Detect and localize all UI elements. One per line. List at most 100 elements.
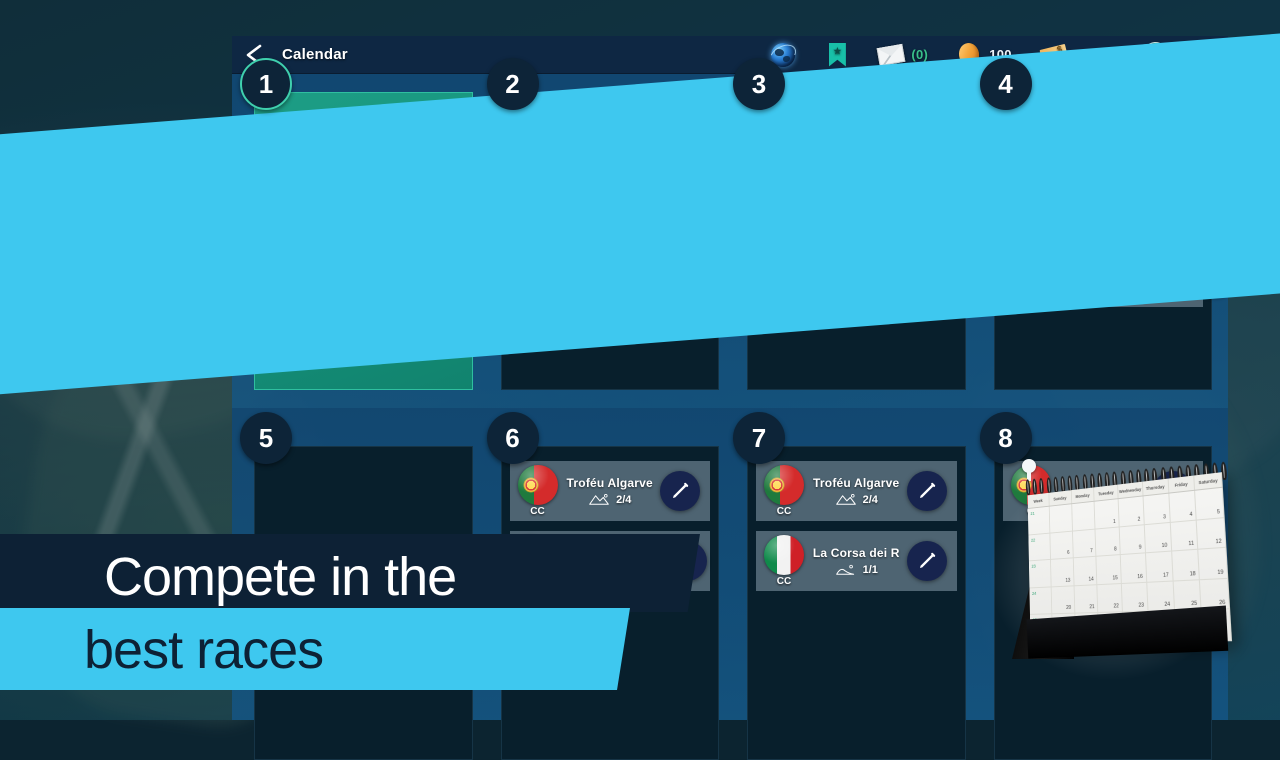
calendar-day-cell: 4 [1169,491,1197,522]
calendar-day-cell: 19 [1199,548,1229,579]
calendar-day-number: 16 [1137,574,1143,580]
calendar-day-number: 5 [1217,509,1220,516]
calendar-day-cell: 14 [1073,557,1097,585]
calendar-day-cell: 16 [1121,554,1147,583]
week-content-7: CCTroféu Algarve2/4CCLa Corsa dei R1/1 [747,446,966,760]
race-info: La Corsa dei R 1/1 [812,546,907,577]
calendar-day-cell: 25 [1173,580,1202,610]
calendar-column-header: Monday [1071,487,1094,503]
calendar-day-number: 19 [1217,569,1223,576]
calendar-day-cell: 21 [1074,585,1098,613]
race-country: CC [756,531,812,591]
calendar-day-cell: 9 [1120,525,1146,554]
calendar-column-header: Saturday [1195,472,1223,490]
calendar-day-cell: 8 [1096,527,1121,556]
calendar-day-number: 9 [1139,545,1142,551]
calendar-day-cell: 23 [1122,583,1148,612]
pencil-icon [669,480,691,502]
race-row[interactable]: CCTroféu Algarve2/4 [510,461,711,521]
calendar-day-cell: 24 [1147,581,1175,611]
calendar-week-number-text: 21 [1030,511,1034,516]
calendar-day-cell: 15 [1097,555,1122,584]
desk-calendar-image: WeekSundayMondayTuesdayWednesdayThursday… [992,465,1232,680]
banner-line-2: best races [84,619,323,681]
calendar-day-cell: 12 [1197,518,1226,549]
calendar-day-number: 10 [1162,543,1168,550]
calendar-day-number: 18 [1190,571,1196,578]
week-number-badge[interactable]: 1 [240,58,292,110]
calendar-day-number: 8 [1114,547,1117,553]
calendar-day-cell: 3 [1143,494,1170,524]
week-number-badge[interactable]: 3 [733,58,785,110]
calendar-day-number: 11 [1188,541,1194,548]
calendar-day-number: 6 [1067,550,1070,556]
mountain-terrain-icon [588,493,610,507]
calendar-column-header: Week [1028,493,1050,508]
calendar-week-number-text: 24 [1032,591,1036,596]
race-country: CC [510,461,566,521]
race-category-label: CC [777,576,791,587]
mountain-terrain-icon [835,493,857,507]
week-number-badge[interactable]: 4 [980,58,1032,110]
flag-por-icon [764,465,804,505]
race-info: Troféu Algarve 2/4 [812,476,907,507]
week-number-badge[interactable]: 7 [733,412,785,464]
calendar-day-number: 7 [1090,548,1093,554]
pencil-icon [916,550,938,572]
bookmark-star-icon[interactable] [824,42,850,68]
week-cell-7[interactable]: CCTroféu Algarve2/4CCLa Corsa dei R1/17 [733,408,974,720]
calendar-day-cell: 5 [1195,488,1224,519]
edit-race-button[interactable] [907,471,947,511]
calendar-day-cell: 1 [1095,499,1120,528]
calendar-column-header: Wednesday [1118,482,1143,498]
calendar-column-header: Thursday [1143,479,1169,496]
flag-por-icon [518,465,558,505]
calendar-day-cell: 22 [1098,584,1123,613]
page-title: Calendar [282,46,348,63]
week-number-badge[interactable]: 2 [487,58,539,110]
race-stage-count: 2/4 [616,494,631,506]
calendar-day-cell [1049,504,1072,532]
race-row[interactable]: CC La Corsa dei R 1/1 [756,531,957,591]
spiral-ring [1032,479,1037,495]
calendar-day-cell: 2 [1119,496,1145,526]
race-list: CCTroféu Algarve2/4CCLa Corsa dei R1/1 [756,461,957,601]
calendar-column-header: Sunday [1049,490,1072,506]
race-stage-count: 1/1 [863,564,878,576]
week-number-badge[interactable]: 6 [487,412,539,464]
promo-banner: Compete in the best races [0,520,760,720]
spiral-ring [1046,477,1051,493]
race-category-label: CC [530,506,544,517]
calendar-day-number: 20 [1066,605,1071,611]
race-name: Troféu Algarve [813,476,899,490]
flag-ita-icon [764,535,804,575]
calendar-day-number: 24 [1164,602,1170,608]
calendar-day-cell: 11 [1170,520,1198,551]
calendar-week-number: 22 [1028,533,1050,560]
calendar-day-number: 21 [1089,604,1094,610]
stat-value: (0) [911,47,928,62]
calendar-day-number: 22 [1113,604,1119,610]
race-row[interactable]: CCTroféu Algarve 2/4 [756,461,957,521]
edit-race-button[interactable] [907,541,947,581]
calendar-day-cell [1072,502,1096,531]
calendar-week-number: 23 [1029,560,1051,587]
pencil-icon [916,480,938,502]
race-country: CC [756,461,812,521]
edit-race-button[interactable] [660,471,700,511]
calendar-week-number-text: 23 [1031,564,1035,569]
calendar-day-number: 14 [1088,576,1093,582]
calendar-day-cell: 13 [1051,558,1074,586]
calendar-day-number: 23 [1138,603,1144,609]
calendar-day-cell: 18 [1172,550,1200,580]
race-stage-count: 2/4 [863,494,878,506]
spiral-ring [1025,479,1030,495]
week-number-badge[interactable]: 5 [240,412,292,464]
hilly-terrain-icon [835,563,857,577]
race-name: La Corsa dei R [813,546,900,560]
calendar-day-number: 13 [1065,578,1070,584]
calendar-day-number: 2 [1138,516,1141,522]
race-meta: 2/4 [588,493,631,507]
calendar-week-number: 24 [1029,587,1052,614]
race-meta: 1/1 [835,563,878,577]
